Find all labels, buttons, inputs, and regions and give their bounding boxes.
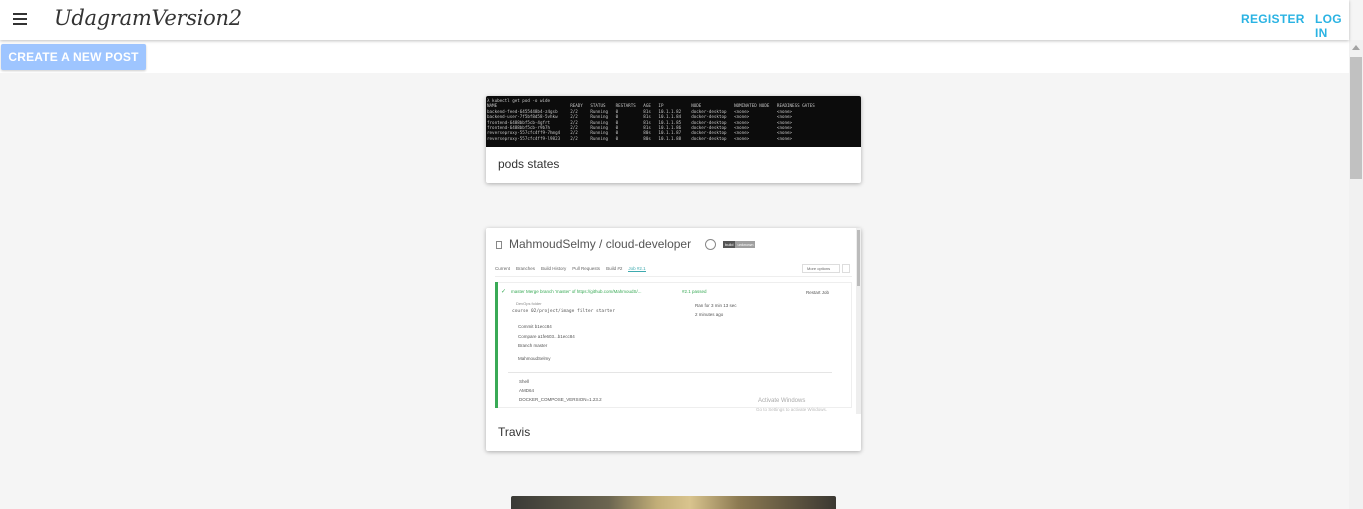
check-icon: ✓	[501, 289, 507, 295]
travis-tab: Branches	[516, 266, 536, 271]
post-image: λ kubectl get pod -o wide NAME READY STAT…	[486, 96, 861, 147]
watermark-subtitle: Go to Settings to activate Windows.	[756, 407, 828, 412]
shell: Shell	[519, 379, 530, 384]
branch-line: master Merge branch 'master' of https://…	[511, 289, 642, 294]
status-bar	[495, 282, 498, 408]
time-ago: 2 minutes ago	[695, 312, 724, 317]
feed-item: λ kubectl get pod -o wide NAME READY STAT…	[486, 96, 861, 183]
watermark-title: Activate Windows	[758, 398, 806, 404]
divider	[495, 276, 852, 277]
terminal-line: reverseproxy-557cfc4ff9-l9823 2/2 Runnin…	[487, 135, 793, 141]
travis-tab: Current	[495, 266, 511, 271]
scroll-up-arrow-icon[interactable]	[1352, 45, 1360, 50]
github-icon	[705, 239, 716, 250]
travis-tab: Pull Requests	[572, 266, 601, 271]
branch: Branch master	[518, 343, 548, 348]
more-options: More options	[802, 264, 840, 273]
travis-tab: Build #2	[606, 266, 623, 271]
travis-tab: Build History	[541, 266, 567, 271]
page-scrollbar[interactable]	[1349, 40, 1363, 509]
repo-icon	[496, 241, 502, 249]
arch: AMD64	[519, 388, 535, 393]
post-caption: Travis	[498, 425, 531, 439]
register-link[interactable]: REGISTER	[1241, 12, 1305, 26]
app-brand[interactable]: UdagramVersion2	[54, 6, 242, 30]
repo-title: MahmoudSelmy / cloud-developer	[509, 237, 692, 251]
image-scrollbar-thumb	[857, 230, 860, 286]
env-var: DOCKER_COMPOSE_VERSION=1.23.2	[519, 397, 602, 402]
feed-item: MahmoudSelmy / cloud-developer build unkn…	[486, 228, 861, 451]
commit: Commit b1ecc84	[518, 324, 552, 329]
more-options-icon	[842, 264, 850, 273]
job-status: #2.1 passed	[682, 289, 707, 294]
hamburger-menu-icon[interactable]	[10, 8, 32, 30]
badge-right: unknown	[735, 241, 756, 248]
build-badge: build unknown	[723, 241, 759, 248]
divider	[508, 372, 832, 373]
ran-for: Ran for 3 min 13 sec	[695, 303, 737, 308]
post-image: MahmoudSelmy / cloud-developer build unkn…	[486, 228, 861, 414]
action-bar	[0, 40, 1349, 73]
top-toolbar: UdagramVersion2 REGISTER LOG IN	[0, 0, 1349, 40]
scrollbar-thumb[interactable]	[1350, 57, 1362, 179]
badge-left: build	[723, 241, 736, 248]
env-path: course 02/project/image filter starter	[512, 309, 615, 314]
compare: Compare a1fe603...b1ecc84	[518, 334, 575, 339]
build-panel	[495, 282, 852, 408]
login-link[interactable]: LOG IN	[1315, 12, 1349, 40]
post-caption: pods states	[498, 157, 560, 171]
travis-tabs: Current Branches Build History Pull Request…	[495, 266, 652, 272]
restart-job: Restart Job	[806, 290, 830, 295]
post-image	[511, 496, 836, 509]
create-post-button[interactable]: CREATE A NEW POST	[1, 44, 146, 70]
travis-tab: Job #2.1	[628, 266, 646, 272]
author: MahmoudSelmy	[518, 356, 551, 361]
env-label: DevOps folder	[516, 301, 542, 306]
